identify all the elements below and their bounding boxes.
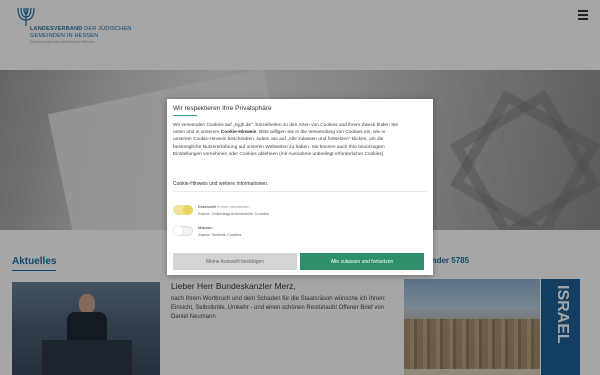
- cookie-dialog-body: Wir verwenden Cookies auf „lvjgh.de“. Ei…: [173, 122, 401, 158]
- cookie-body-link[interactable]: Cookie-Hinweis: [221, 130, 257, 135]
- cookie-consent-dialog: Wir respektieren Ihre Privatsphäre Wir v…: [167, 99, 433, 275]
- matomo-cookies-label: Matomo: [198, 225, 213, 230]
- essential-cookies-label: Essenziell Immer erforderlich: [198, 204, 250, 209]
- essential-label-text: Essenziell: [198, 204, 217, 209]
- toggle-knob: [173, 226, 183, 236]
- confirm-selection-button[interactable]: Meine Auswahl bestätigen: [173, 253, 297, 270]
- essential-cookies-toggle[interactable]: [173, 205, 193, 215]
- matomo-cookies-description: Zweck: Statistik Cookies: [198, 232, 242, 237]
- accept-all-button[interactable]: Alle zulassen und fortsetzen: [300, 253, 424, 270]
- matomo-cookies-toggle[interactable]: [173, 226, 193, 236]
- essential-cookies-description: Zweck: Unbedingt erforderliche Cookies: [198, 211, 269, 216]
- cookie-notice-link[interactable]: Cookie-Hinweis und weitere Informationen…: [173, 181, 268, 187]
- cookie-divider: [173, 191, 427, 192]
- cookie-dialog-title-underline: [173, 115, 197, 116]
- essential-label-note: Immer erforderlich: [217, 204, 250, 209]
- toggle-knob: [183, 205, 193, 215]
- cookie-dialog-title: Wir respektieren Ihre Privatsphäre: [173, 105, 272, 112]
